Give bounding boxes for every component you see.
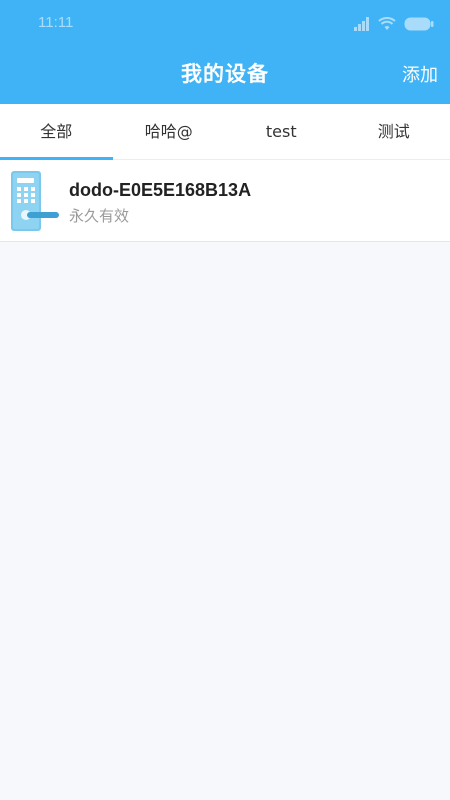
page-title: 我的设备 bbox=[181, 62, 269, 86]
tab-ceshi[interactable]: 测试 bbox=[338, 104, 450, 159]
battery-icon bbox=[404, 17, 434, 31]
status-icons bbox=[354, 14, 434, 34]
device-validity-status: 永久有效 bbox=[69, 207, 130, 225]
tab-all[interactable]: 全部 bbox=[0, 104, 113, 160]
device-name: dodo-E0E5E168B13A bbox=[69, 180, 252, 200]
device-group-tabs: 全部 哈哈@ test 测试 bbox=[0, 104, 450, 160]
signal-icon bbox=[354, 17, 369, 31]
add-device-button[interactable]: 添加 bbox=[402, 61, 438, 87]
device-list: dodo-E0E5E168B13A 永久有效 bbox=[0, 160, 450, 242]
app-header: 11:11 我的设备 添加 bbox=[0, 0, 450, 104]
smart-lock-icon bbox=[11, 171, 59, 231]
list-empty-area bbox=[0, 242, 450, 800]
wifi-icon bbox=[378, 17, 396, 30]
device-list-item[interactable]: dodo-E0E5E168B13A 永久有效 bbox=[0, 160, 450, 242]
tab-haha[interactable]: 哈哈@ bbox=[113, 104, 226, 159]
status-time: 11:11 bbox=[38, 14, 74, 31]
tab-test[interactable]: test bbox=[225, 104, 338, 159]
status-bar: 11:11 bbox=[0, 0, 450, 48]
